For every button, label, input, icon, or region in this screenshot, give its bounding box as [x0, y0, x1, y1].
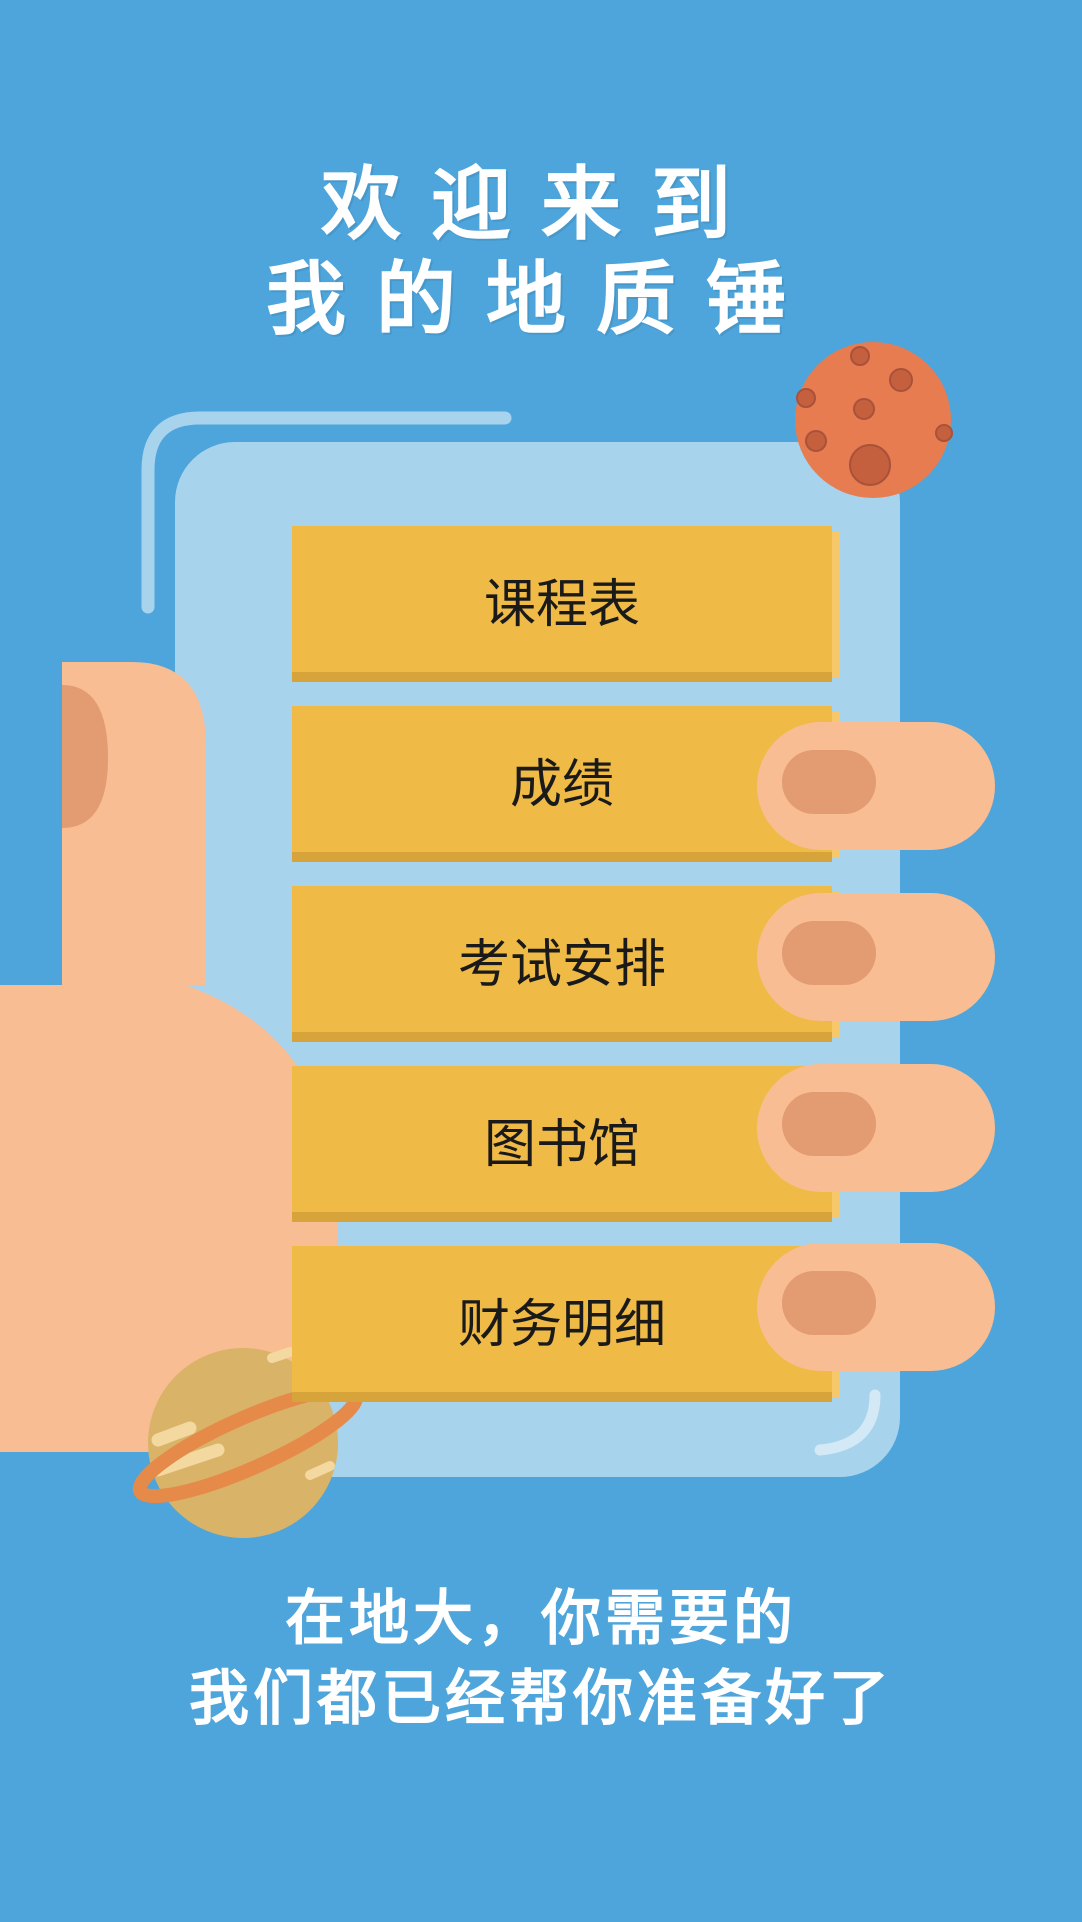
- schedule-button[interactable]: 课程表: [292, 526, 840, 678]
- welcome-title-line2: 我的地质锤: [266, 253, 816, 346]
- finance-details-button-label: 财务明细: [457, 1294, 666, 1355]
- tagline-line1: 在地大，你需要的: [285, 1584, 797, 1654]
- finance-details-button[interactable]: 财务明细: [292, 1246, 840, 1398]
- planet-mars-icon: [795, 342, 953, 498]
- grades-button-label: 成绩: [509, 754, 614, 815]
- welcome-screen: 欢迎来到 我的地质锤 课程表 成绩 考试安排 图书馆 财务明细 在地大，你需要的…: [0, 0, 1082, 1922]
- library-button[interactable]: 图书馆: [292, 1066, 840, 1218]
- grades-button[interactable]: 成绩: [292, 706, 840, 858]
- schedule-button-label: 课程表: [483, 574, 640, 635]
- exam-schedule-button[interactable]: 考试安排: [292, 886, 840, 1038]
- library-button-label: 图书馆: [483, 1114, 640, 1175]
- exam-schedule-button-label: 考试安排: [457, 934, 666, 995]
- tagline-line2: 我们都已经帮你准备好了: [189, 1664, 893, 1734]
